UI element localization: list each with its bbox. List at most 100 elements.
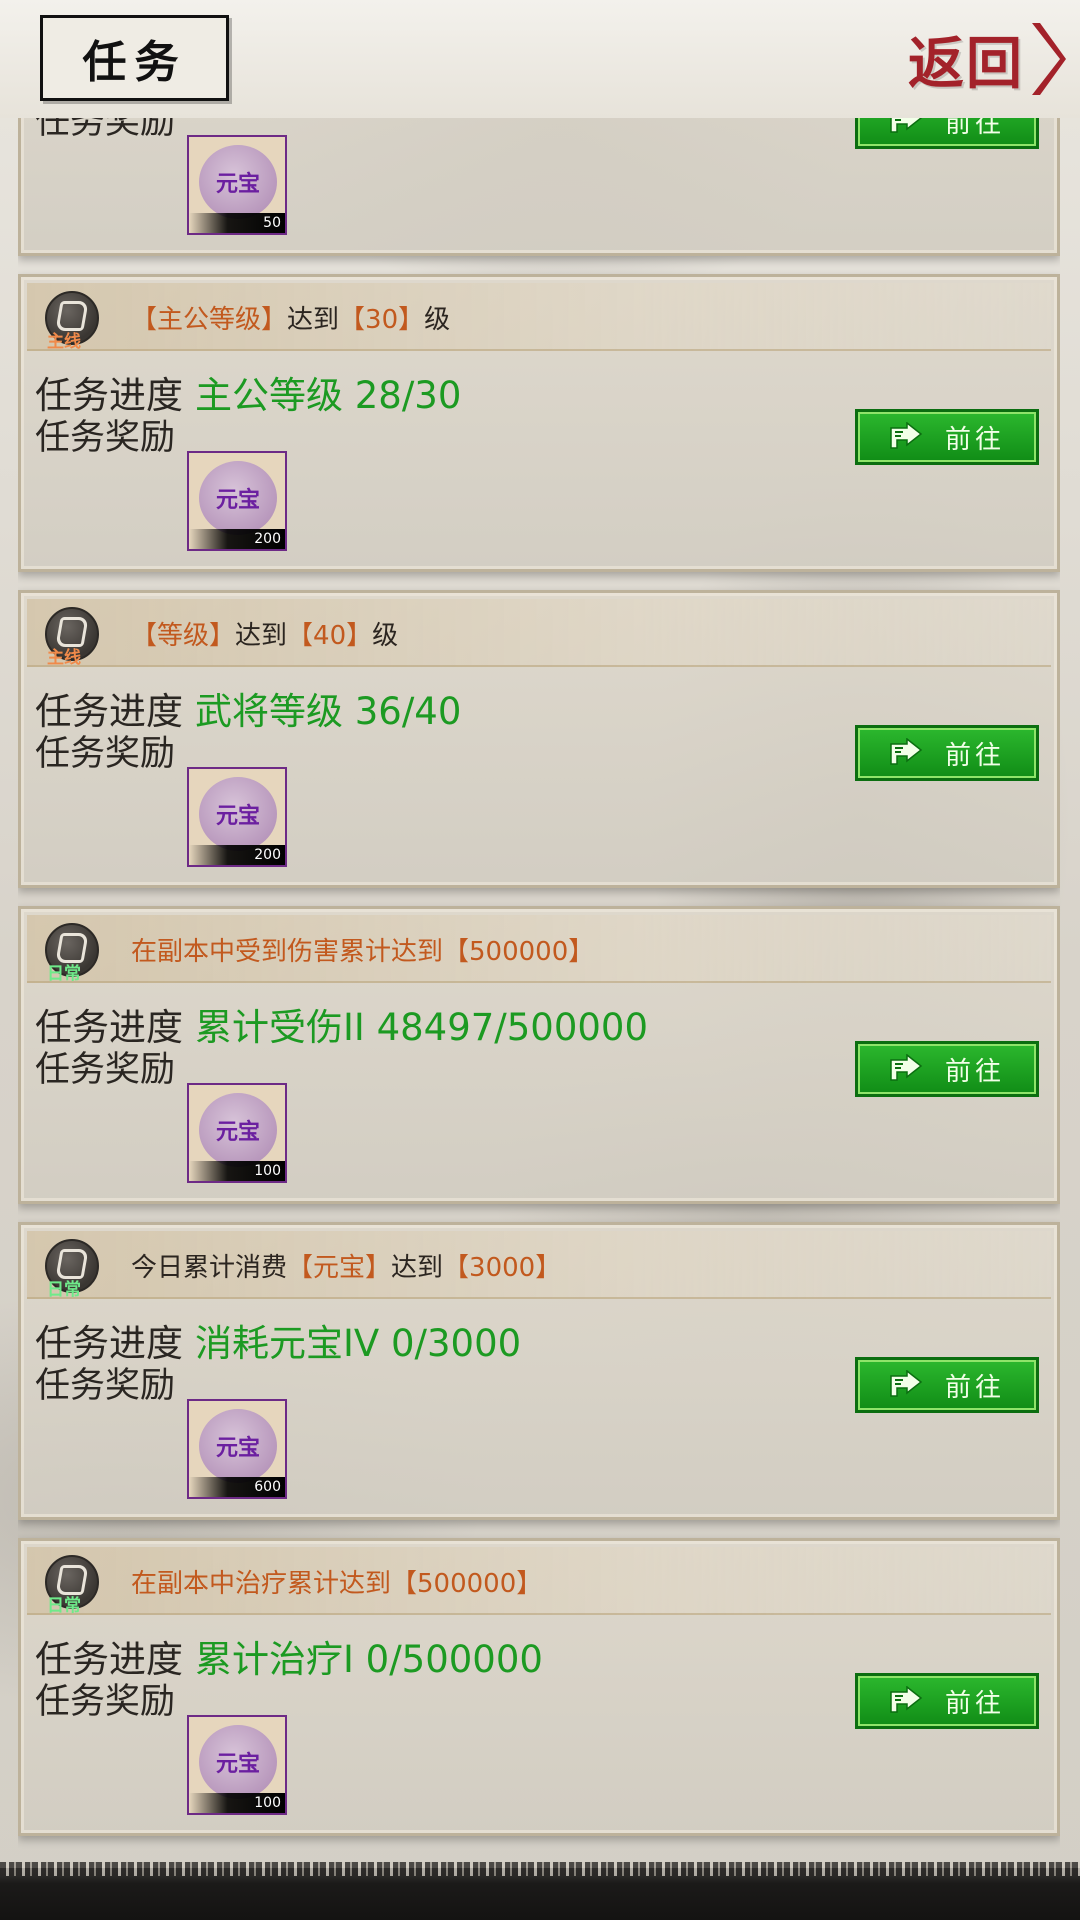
task-type-tag: 主线: [47, 648, 81, 668]
task-list[interactable]: 任务进度累计治疗I 0/200000 任务奖励 元宝 50 前往 主线: [18, 118, 1060, 1870]
reward-label: 任务奖励: [35, 118, 176, 142]
reward-item-yuanbao[interactable]: 元宝 100: [187, 1083, 287, 1183]
task-card: 日常 今日累计消费【元宝】达到【3000】 任务进度 消耗元宝IV 0/3000 …: [18, 1222, 1060, 1520]
task-type-badge: 日常: [45, 1239, 99, 1300]
go-arrow-icon: [890, 1370, 923, 1397]
go-button[interactable]: 前往: [855, 725, 1039, 781]
go-label: 前往: [944, 1372, 1005, 1403]
task-title-part: 【主公等级】: [131, 305, 288, 335]
task-type-tag: 主线: [47, 332, 81, 352]
go-arrow-icon: [890, 738, 923, 765]
reward-name: 元宝: [215, 1119, 260, 1145]
reward-count: 200: [189, 845, 285, 865]
back-button[interactable]: 返回: [870, 14, 1066, 104]
page-title-box: 任务: [40, 15, 229, 101]
progress-value: 累计受伤II 48497/500000: [195, 1006, 648, 1049]
reward-name: 元宝: [215, 803, 260, 829]
task-title-part: 【500000】: [391, 1569, 543, 1599]
yuanbao-icon: 元宝: [199, 1725, 277, 1799]
go-arrow-icon: [890, 118, 923, 133]
progress-value: 消耗元宝IV 0/3000: [195, 1322, 522, 1365]
yuanbao-icon: 元宝: [199, 461, 277, 535]
task-title-part: 【40】: [287, 621, 373, 651]
progress-value: 主公等级 28/30: [195, 374, 462, 417]
go-button[interactable]: 前往: [855, 118, 1039, 149]
task-card: 日常 在副本中受到伤害累计达到【500000】 任务进度 累计受伤II 48497…: [18, 906, 1060, 1204]
task-title-part: 达到: [391, 1253, 444, 1283]
yuanbao-icon: 元宝: [199, 145, 277, 219]
task-title-part: 级: [372, 621, 399, 651]
yuanbao-icon: 元宝: [199, 777, 277, 851]
reward-count: 600: [189, 1477, 285, 1497]
reward-label: 任务奖励: [35, 1366, 176, 1406]
task-title: 【主公等级】达到【30】级: [131, 299, 450, 336]
reward-label: 任务奖励: [35, 734, 176, 774]
go-label: 前往: [944, 740, 1005, 771]
task-card: 日常 在副本中治疗累计达到【500000】 任务进度 累计治疗I 0/500000…: [18, 1538, 1060, 1836]
task-title-part: 级: [424, 305, 451, 335]
go-button[interactable]: 前往: [855, 409, 1039, 465]
task-title-part: 【500000】: [443, 937, 595, 967]
reward-name: 元宝: [215, 171, 260, 197]
task-header: 主线 【等级】达到【40】级: [27, 599, 1051, 668]
task-title-part: 在副本中受到伤害累计达到: [131, 937, 444, 967]
go-arrow-icon: [890, 422, 923, 449]
task-type-badge: 日常: [45, 923, 99, 984]
task-title: 在副本中治疗累计达到【500000】: [131, 1563, 542, 1600]
go-label: 前往: [944, 1688, 1005, 1719]
task-card: 任务进度累计治疗I 0/200000 任务奖励 元宝 50 前往: [18, 118, 1060, 256]
task-header: 日常 今日累计消费【元宝】达到【3000】: [27, 1231, 1051, 1300]
chevron-right-icon: [1032, 23, 1066, 95]
reward-count: 200: [189, 529, 285, 549]
top-bar: 任务 返回: [0, 0, 1080, 118]
go-label: 前往: [944, 118, 1005, 139]
reward-count: 100: [189, 1793, 285, 1813]
reward-item-yuanbao[interactable]: 元宝 50: [187, 135, 287, 235]
go-arrow-icon: [890, 1054, 923, 1081]
reward-count: 100: [189, 1161, 285, 1181]
reward-item-yuanbao[interactable]: 元宝 600: [187, 1399, 287, 1499]
task-title: 在副本中受到伤害累计达到【500000】: [131, 931, 594, 968]
task-header: 主线 【主公等级】达到【30】级: [27, 283, 1051, 352]
task-title-part: 今日累计消费: [131, 1253, 288, 1283]
reward-item-yuanbao[interactable]: 元宝 100: [187, 1715, 287, 1815]
yuanbao-icon: 元宝: [199, 1093, 277, 1167]
task-type-tag: 日常: [47, 964, 81, 984]
task-title-part: 【等级】: [131, 621, 236, 651]
go-button[interactable]: 前往: [855, 1041, 1039, 1097]
back-label: 返回: [908, 30, 1024, 97]
task-header: 日常 在副本中受到伤害累计达到【500000】: [27, 915, 1051, 984]
task-title-part: 【3000】: [443, 1253, 562, 1283]
go-label: 前往: [944, 1056, 1005, 1087]
task-title: 今日累计消费【元宝】达到【3000】: [131, 1247, 561, 1284]
task-title-part: 【30】: [339, 305, 425, 335]
progress-value: 累计治疗I 0/500000: [195, 1638, 543, 1681]
task-title: 【等级】达到【40】级: [131, 615, 398, 652]
task-title-part: 【元宝】: [287, 1253, 392, 1283]
task-title-part: 达到: [287, 305, 340, 335]
go-label: 前往: [944, 424, 1005, 455]
go-arrow-icon: [890, 1686, 923, 1713]
task-type-badge: 主线: [45, 291, 99, 352]
bottom-ink-border: [0, 1862, 1080, 1920]
reward-name: 元宝: [215, 1435, 260, 1461]
reward-name: 元宝: [215, 487, 260, 513]
task-card: 主线 【主公等级】达到【30】级 任务进度 主公等级 28/30 任务奖励 元宝 …: [18, 274, 1060, 572]
task-header: 日常 在副本中治疗累计达到【500000】: [27, 1547, 1051, 1616]
task-card: 主线 【等级】达到【40】级 任务进度 武将等级 36/40 任务奖励 元宝 20…: [18, 590, 1060, 888]
task-title-part: 在副本中治疗累计达到: [131, 1569, 392, 1599]
reward-item-yuanbao[interactable]: 元宝 200: [187, 767, 287, 867]
reward-label: 任务奖励: [35, 1682, 176, 1722]
task-type-badge: 主线: [45, 607, 99, 668]
go-button[interactable]: 前往: [855, 1357, 1039, 1413]
reward-label: 任务奖励: [35, 418, 176, 458]
task-type-tag: 日常: [47, 1280, 81, 1300]
reward-name: 元宝: [215, 1751, 260, 1777]
go-button[interactable]: 前往: [855, 1673, 1039, 1729]
reward-count: 50: [189, 213, 285, 233]
yuanbao-icon: 元宝: [199, 1409, 277, 1483]
progress-value: 武将等级 36/40: [195, 690, 462, 733]
task-type-badge: 日常: [45, 1555, 99, 1616]
task-title-part: 达到: [235, 621, 288, 651]
reward-item-yuanbao[interactable]: 元宝 200: [187, 451, 287, 551]
